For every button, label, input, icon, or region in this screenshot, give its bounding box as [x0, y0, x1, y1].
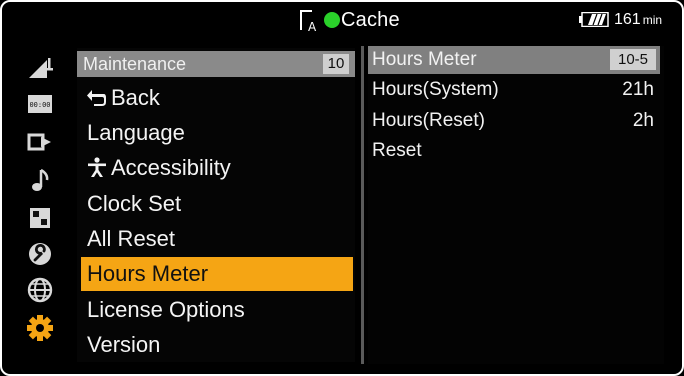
maintenance-menu: Maintenance 10 Back Language Accessibili…: [77, 48, 355, 362]
accessibility-icon: [87, 151, 107, 185]
battery-icon: [579, 11, 609, 28]
menu-item-label: Accessibility: [111, 155, 231, 180]
menu-item-label: Language: [87, 120, 185, 145]
audio-icon[interactable]: [26, 166, 54, 194]
menu-item-version[interactable]: Version: [81, 328, 353, 362]
menu-item-label: Clock Set: [87, 191, 182, 216]
menu-item-license-options[interactable]: License Options: [81, 293, 353, 327]
detail-row-hours-reset[interactable]: Hours(Reset) 2h: [372, 107, 654, 135]
status-bar: A Cache 161 min: [0, 0, 684, 40]
detail-row-value: 2h: [632, 110, 654, 131]
menu-item-back[interactable]: Back: [81, 81, 353, 115]
menu-item-label: Version: [87, 332, 161, 357]
menu-item-accessibility[interactable]: Accessibility: [81, 151, 353, 185]
detail-row-label: Hours(System): [372, 79, 499, 100]
cache-status-label: Cache: [341, 9, 400, 31]
menu-page-number: 10: [323, 54, 349, 74]
menu-item-label: Back: [111, 85, 160, 110]
battery-minutes: 161: [614, 11, 641, 28]
detail-row-hours-system[interactable]: Hours(System) 21h: [372, 76, 654, 104]
camera-icon[interactable]: [26, 54, 54, 82]
detail-menu-code: 10-5: [610, 49, 656, 70]
detail-row-value: 21h: [622, 79, 654, 100]
menu-item-language[interactable]: Language: [81, 116, 353, 150]
menu-item-all-reset[interactable]: All Reset: [81, 222, 353, 256]
media-badge: A: [300, 8, 317, 34]
detail-row-label: Hours(Reset): [372, 110, 485, 131]
svg-text:00:00: 00:00: [29, 101, 50, 109]
camera-menu-screen: A Cache 161 min 00:00 Maintenance 10 Bac…: [0, 0, 684, 376]
menu-item-hours-meter[interactable]: Hours Meter: [81, 257, 353, 291]
panel-divider: [361, 46, 364, 364]
timecode-icon[interactable]: 00:00: [26, 90, 54, 118]
status-indicator-dot: [324, 12, 340, 28]
detail-row-reset[interactable]: Reset: [372, 137, 654, 165]
menu-item-label: License Options: [87, 297, 245, 322]
battery-remaining: 161 min: [614, 11, 662, 29]
menu-title: Maintenance: [83, 54, 187, 74]
media-letter: A: [308, 20, 317, 34]
gear-icon[interactable]: [26, 314, 54, 342]
menu-item-label: All Reset: [87, 226, 176, 251]
detail-header: Hours Meter 10-5: [368, 46, 660, 74]
back-arrow-icon: [87, 81, 107, 115]
hours-meter-detail: Hours Meter 10-5 Hours(System) 21h Hours…: [368, 46, 664, 364]
menu-item-label: Hours Meter: [87, 261, 209, 286]
output-icon[interactable]: [26, 128, 54, 156]
menu-header: Maintenance 10: [77, 51, 355, 77]
network-icon[interactable]: [26, 276, 54, 304]
category-icon-column: 00:00: [22, 48, 72, 362]
detail-title: Hours Meter: [372, 49, 477, 70]
battery-unit: min: [642, 13, 663, 27]
detail-row-label: Reset: [372, 140, 422, 161]
menu-item-clock-set[interactable]: Clock Set: [81, 187, 353, 221]
display-icon[interactable]: [26, 204, 54, 232]
wrench-icon[interactable]: [26, 240, 54, 268]
